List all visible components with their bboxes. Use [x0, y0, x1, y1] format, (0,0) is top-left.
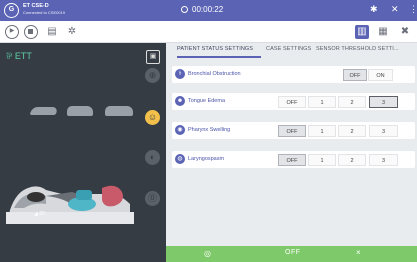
eye-icon[interactable]: ◎	[204, 249, 211, 258]
option-3[interactable]: 3	[369, 125, 398, 137]
timer-value: 00:00:22	[192, 5, 224, 14]
session-timer: 00:00:22	[181, 5, 223, 14]
device-image-2[interactable]	[67, 106, 93, 116]
airway-label: ◢ 20	[34, 211, 45, 217]
airway-panel: ⅌ ETT ▣ ⊕ ☺ ◐ ⓪ ◢ 20	[0, 43, 166, 262]
setting-label: Laryngospasm	[188, 156, 225, 162]
setting-label: Pharynx Swelling	[188, 127, 231, 133]
chart-icon[interactable]: ▤	[45, 25, 59, 39]
device-image-3[interactable]	[105, 106, 133, 116]
airway-mode-3-icon[interactable]: ◐	[145, 150, 160, 165]
ett-icon: ⅌	[6, 51, 12, 61]
panel-title: ⅌ ETT	[6, 49, 32, 62]
option-2[interactable]: 2	[338, 96, 366, 108]
clipboard-icon[interactable]: ▥	[355, 25, 369, 39]
settings-content: PATIENT STATUS SETTINGS CASE SETTINGS SE…	[166, 43, 417, 262]
tab-bar: PATIENT STATUS SETTINGS CASE SETTINGS SE…	[166, 43, 417, 59]
status-bar: ◎ OFF ×	[166, 246, 417, 262]
bronchial-icon: ⚕	[175, 69, 185, 79]
setting-row-laryngospasm: ◍ Laryngospasm OFF 1 2 3	[172, 151, 415, 168]
setting-label: Tongue Edema	[188, 98, 225, 104]
pharynx-icon: ◉	[175, 125, 185, 135]
tab-case-settings[interactable]: CASE SETTINGS	[266, 46, 311, 52]
option-1[interactable]: 1	[308, 96, 336, 108]
tab-sensor-threshold[interactable]: SENSOR THRESHOLD SETTI...	[316, 46, 399, 52]
setting-label: Bronchial Obstruction	[188, 71, 241, 77]
option-1[interactable]: 1	[308, 125, 336, 137]
option-3[interactable]: 3	[369, 96, 398, 108]
setting-row-tongue-edema: ☻ Tongue Edema OFF 1 2 3	[172, 93, 415, 110]
stop-icon[interactable]	[24, 25, 38, 39]
airway-illustration	[6, 185, 134, 224]
connection-status: Connected to CSE0019	[23, 10, 66, 15]
panel-title-text: ETT	[14, 51, 32, 61]
brand-logo-icon: G	[4, 3, 19, 18]
clock-icon	[181, 6, 188, 13]
play-icon[interactable]: ▶	[5, 25, 19, 39]
tongue-icon: ☻	[175, 96, 185, 106]
tab-patient-status[interactable]: PATIENT STATUS SETTINGS	[177, 46, 253, 52]
calendar-icon[interactable]: ▦	[376, 25, 390, 39]
status-text: OFF	[285, 249, 301, 256]
brand: G ET CSE-D Connected to CSE0019	[4, 3, 66, 18]
active-tab-indicator	[177, 56, 261, 58]
setting-row-bronchial: ⚕ Bronchial Obstruction OFF ON	[172, 66, 415, 83]
option-off[interactable]: OFF	[278, 125, 306, 137]
option-on[interactable]: ON	[368, 69, 393, 81]
mute-icon[interactable]: ✖	[398, 25, 412, 39]
app-name: ET CSE-D	[23, 3, 49, 9]
airway-mode-1-icon[interactable]: ⊕	[145, 68, 160, 83]
airway-mode-2-icon[interactable]: ☺	[145, 110, 160, 125]
more-vert-icon[interactable]: ⋮	[409, 4, 417, 15]
close-icon[interactable]: ✕	[391, 4, 399, 15]
option-off[interactable]: OFF	[278, 96, 306, 108]
top-bar: G ET CSE-D Connected to CSE0019 00:00:22…	[0, 0, 417, 21]
device-image-1[interactable]	[29, 107, 59, 115]
option-2[interactable]: 2	[338, 125, 366, 137]
option-3[interactable]: 3	[369, 154, 398, 166]
status-close-icon[interactable]: ×	[356, 248, 361, 257]
setting-row-pharynx-swelling: ◉ Pharynx Swelling OFF 1 2 3	[172, 122, 415, 139]
option-2[interactable]: 2	[338, 154, 366, 166]
option-1[interactable]: 1	[308, 154, 336, 166]
option-off[interactable]: OFF	[343, 69, 367, 81]
bluetooth-icon[interactable]: ✱	[370, 4, 378, 15]
gear-icon[interactable]: ✲	[65, 25, 79, 39]
app-root: G ET CSE-D Connected to CSE0019 00:00:22…	[0, 0, 417, 262]
toolbar: ▶ ▤ ✲ ▥ ▦ ✖	[0, 21, 417, 43]
option-off[interactable]: OFF	[278, 154, 306, 166]
panel-settings-button[interactable]: ▣	[146, 50, 160, 64]
airway-mode-4-icon[interactable]: ⓪	[145, 191, 160, 206]
larynx-icon: ◍	[175, 154, 185, 164]
